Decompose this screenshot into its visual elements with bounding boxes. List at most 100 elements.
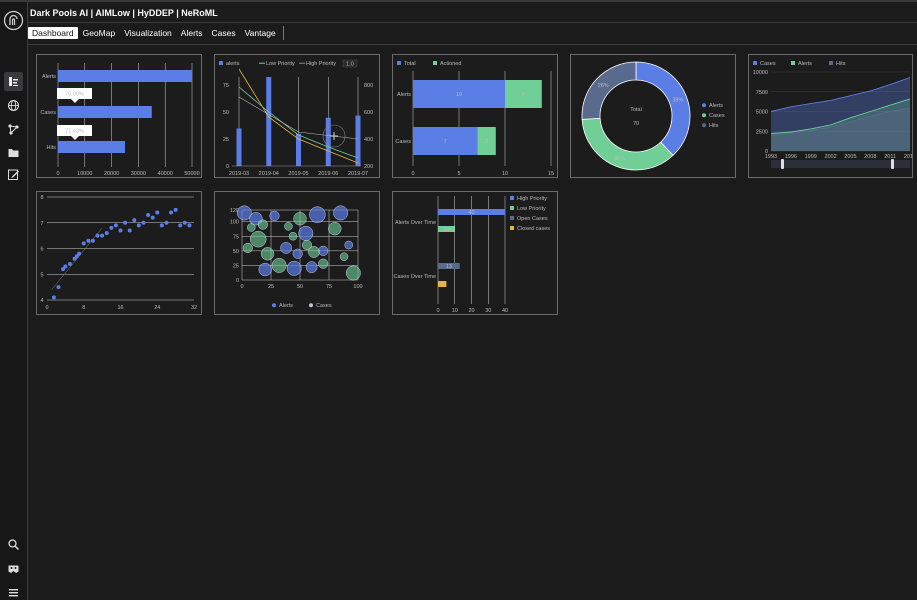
folder-icon[interactable] [6, 145, 21, 160]
scatter-point [187, 223, 192, 228]
y-tick-label: 5 [40, 272, 43, 278]
bar-value-label: 7 [444, 139, 447, 145]
bubble-alerts [280, 242, 292, 254]
bubble-alerts [344, 240, 353, 250]
legend-cases-swatch [309, 303, 313, 308]
tab-visualization[interactable]: Visualization [120, 27, 176, 39]
y-tick-label: 0 [226, 164, 229, 170]
x-tick-label: 40000 [158, 171, 173, 177]
scatter-point [123, 220, 128, 225]
y-tick-label: 5000 [756, 110, 768, 116]
bar-value-label: 13 [446, 264, 452, 270]
legend-open-cases-label: Open Cases [517, 216, 548, 222]
x-tick-label: 0 [436, 308, 439, 314]
bar-value-label: 10 [443, 227, 449, 233]
x-tick-label: 0 [411, 171, 414, 177]
bubble-cases [257, 219, 268, 230]
chart-area-svg: Cases Alerts Hits0250050007500100001993 199… [753, 61, 912, 169]
bar-2019-06 [325, 117, 331, 166]
legend-high-priority-label: High Priority [306, 61, 336, 67]
network-icon[interactable] [6, 122, 21, 137]
scatter-point [155, 210, 160, 215]
sidebar [0, 2, 28, 600]
bar-value-label: 5 [441, 282, 444, 288]
scatter-point [77, 251, 82, 256]
chart-panel-area: Cases Alerts Hits 0 2500 5000 7500 10000 1993 199… [748, 54, 913, 178]
bar-2019-07 [355, 115, 361, 166]
logo-icon[interactable] [3, 10, 24, 31]
scatter-point [100, 233, 105, 238]
category-label: Alerts Over Time [395, 220, 436, 226]
y-tick-label: 8 [40, 195, 43, 201]
x-tick-label: 30000 [131, 171, 146, 177]
tab-alerts[interactable]: Alerts [177, 27, 207, 39]
scatter-point [169, 210, 174, 215]
bubble-alerts [236, 205, 252, 221]
bubble-cases [271, 258, 287, 273]
x-tick-label: 0 [45, 305, 48, 311]
scatter-point [90, 238, 95, 243]
scatter-point [132, 218, 137, 223]
x-tick-label: 8 [82, 305, 85, 311]
chart-panel-bubble: 0 25 50 75 100 120 0 25 50 75 100 Alerts Cases [214, 191, 380, 315]
tab-cases[interactable]: Cases [208, 27, 240, 39]
globe-icon[interactable] [6, 98, 21, 113]
legend-alerts-swatch [272, 303, 276, 308]
scatter-point [81, 241, 86, 246]
x-tick-label: 10000 [77, 171, 92, 177]
legend-low-priority-label: Low Priority [266, 61, 295, 67]
legend-actioned-swatch [433, 61, 437, 65]
legend-cases-label: Cases [316, 303, 332, 309]
scatter-point [109, 225, 114, 230]
bar-value-label: 40 [468, 210, 474, 216]
bubble-cases [293, 212, 307, 226]
legend-hits-label: Hits [709, 123, 719, 129]
legend-low-priority-swatch [510, 206, 514, 210]
legend-high-priority-label: High Priority [517, 196, 547, 202]
x-tick-label: 25 [268, 284, 274, 290]
x-tick-label: 20000 [104, 171, 119, 177]
legend-hits-swatch [829, 61, 833, 65]
x-tick-label: 0 [56, 171, 59, 177]
scatter-point [118, 228, 123, 233]
x-tick-label: 16 [117, 305, 123, 311]
x-tick-label: 24 [154, 305, 160, 311]
bubble-cases [339, 252, 349, 261]
x-tick-label: 50 [297, 284, 303, 290]
scatter-point [67, 261, 72, 266]
mask-icon[interactable] [6, 561, 21, 576]
dashboard-icon[interactable] [4, 72, 23, 91]
chart-donut-svg: 38% 36% 26% Total 70 Alerts Cases Hits [581, 61, 725, 171]
category-label: Cases Over Time [394, 274, 436, 280]
category-label: Alerts [397, 92, 411, 98]
y-tick-label: 7 [40, 221, 43, 227]
tab-vantage[interactable]: Vantage [241, 27, 280, 39]
search-icon[interactable] [6, 537, 21, 552]
legend-cases-swatch [702, 113, 706, 118]
x-tick-label: 2019-06 [318, 171, 338, 177]
x-tick-label: 50000 [184, 171, 199, 177]
zoom-slider-track [771, 160, 910, 168]
trend-line [51, 227, 103, 290]
bubble-cases [284, 222, 293, 231]
y-right-tick-label: 600 [364, 110, 373, 116]
scatter-point [86, 238, 91, 243]
x-tick-label: 2019-05 [288, 171, 308, 177]
tab-dashboard[interactable]: Dashboard [28, 27, 78, 39]
legend-actioned-label: Actioned [440, 61, 461, 67]
slice-hits [581, 61, 637, 120]
callout-label: 71.43% [65, 129, 84, 135]
bubble-alerts [292, 248, 303, 259]
header: Dark Pools AI | AIMLow | HyDDEP | NeRoML… [28, 2, 917, 45]
edit-icon[interactable] [6, 167, 21, 182]
chart-panel-actioned: Total Actioned 0 5 10 15 10 4 Alerts 7 2 Cases [392, 54, 558, 178]
legend-closed-cases-swatch [510, 226, 514, 230]
bubble-cases [242, 242, 253, 253]
bubble-cases [328, 222, 342, 236]
tab-geomap[interactable]: GeoMap [79, 27, 120, 39]
scatter-point [146, 213, 151, 218]
zoom-handle-right [891, 159, 894, 169]
legend-alerts-swatch [702, 103, 706, 108]
app-title: Dark Pools AI | AIMLow | HyDDEP | NeRoML [30, 8, 218, 18]
list-icon[interactable] [6, 585, 21, 600]
